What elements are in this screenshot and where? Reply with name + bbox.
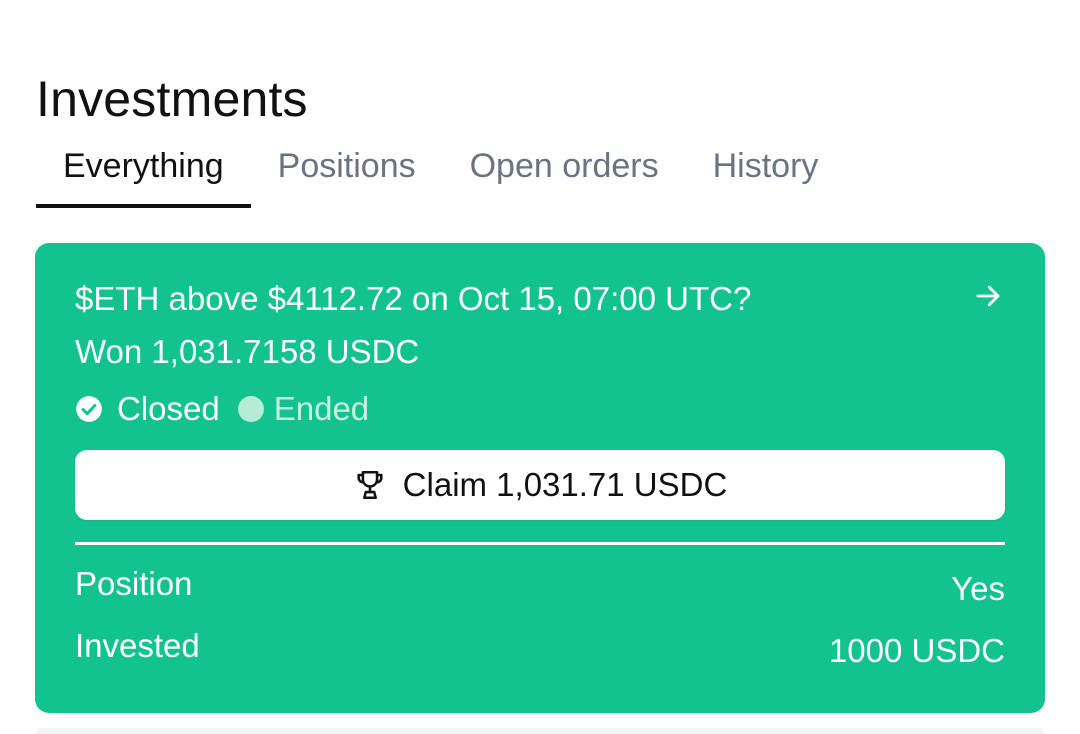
trophy-icon	[357, 470, 383, 500]
invested-label: Invested	[75, 627, 200, 664]
tab-bar: Everything Positions Open orders History	[36, 140, 845, 208]
market-title[interactable]: $ETH above $4112.72 on Oct 15, 07:00 UTC…	[75, 279, 751, 319]
ended-status-dot	[237, 395, 264, 422]
invested-value: 1000 USDC	[828, 632, 1005, 669]
tab-everything[interactable]: Everything	[36, 140, 251, 208]
tab-history[interactable]: History	[686, 140, 846, 200]
closed-status-label: Closed	[117, 390, 220, 427]
next-investment-card	[35, 728, 1045, 734]
check-circle-icon	[76, 395, 102, 422]
tab-open-orders[interactable]: Open orders	[443, 140, 686, 200]
page-title: Investments	[36, 70, 308, 127]
investment-card[interactable]: $ETH above $4112.72 on Oct 15, 07:00 UTC…	[35, 243, 1045, 713]
status-row: Closed Ended	[75, 389, 369, 429]
card-divider	[75, 542, 1005, 545]
position-value: Yes	[951, 570, 1005, 607]
arrow-right-icon[interactable]	[973, 281, 1003, 311]
won-amount-text: Won 1,031.7158 USDC	[75, 333, 420, 370]
position-label: Position	[75, 565, 193, 602]
tab-positions[interactable]: Positions	[251, 140, 443, 200]
claim-button[interactable]: Claim 1,031.71 USDC	[75, 450, 1005, 520]
ended-status-label: Ended	[273, 390, 370, 427]
claim-button-label: Claim 1,031.71 USDC	[402, 466, 728, 503]
